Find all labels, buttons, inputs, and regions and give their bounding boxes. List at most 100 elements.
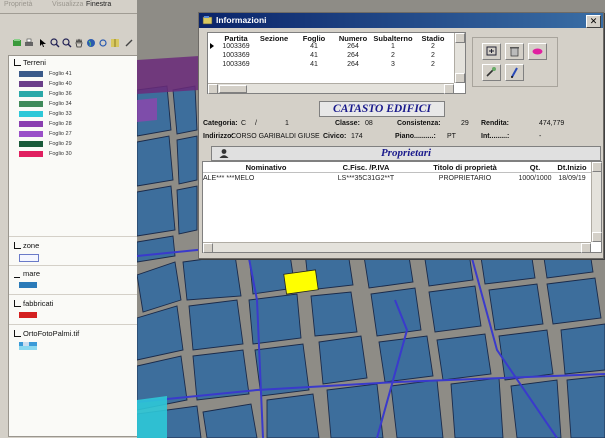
indirizzo-label: Indirizzo: — [203, 133, 234, 140]
owners-horizontal-scrollbar[interactable] — [203, 242, 591, 253]
scroll-left-button[interactable] — [203, 243, 213, 253]
categoria-separator: / — [255, 120, 257, 127]
scroll-right-button[interactable] — [444, 84, 454, 94]
partite-grid: Partita Sezione Foglio Numero Subalterno… — [207, 32, 466, 94]
cell-codice-fiscale: LS***35C31G2**T — [337, 175, 395, 182]
mare-label: mare — [23, 269, 41, 278]
zoom-to-button[interactable] — [482, 43, 501, 60]
cell-stadio: 2 — [431, 52, 435, 59]
col-quota[interactable]: Qt. — [517, 163, 553, 172]
col-foglio[interactable]: Foglio — [300, 34, 328, 43]
window-titlebar[interactable]: Informazioni ✕ — [199, 13, 603, 28]
edit-icon[interactable] — [124, 38, 134, 48]
scroll-right-button[interactable] — [581, 243, 591, 253]
col-sezione[interactable]: Sezione — [256, 34, 292, 43]
foglio-29-swatch — [19, 141, 43, 147]
delete-button[interactable] — [505, 43, 524, 60]
fabbricati-checkbox[interactable] — [14, 300, 21, 307]
cell-numero: 264 — [347, 43, 359, 50]
table-row[interactable]: 1003369 41 264 1 2 — [208, 43, 453, 51]
consistenza-value: 29 — [461, 120, 469, 127]
civico-value: 174 — [351, 133, 363, 140]
scroll-up-button[interactable] — [592, 162, 602, 172]
foglio-28-swatch — [19, 121, 43, 127]
scroll-left-button[interactable] — [208, 84, 218, 94]
col-data-inizio[interactable]: Dt.Inizio — [553, 163, 591, 172]
foglio-33-swatch — [19, 111, 43, 117]
foglio-28-label: Foglio 28 — [49, 121, 72, 127]
close-button[interactable]: ✕ — [586, 15, 601, 28]
cell-foglio: 41 — [310, 43, 318, 50]
table-row[interactable]: 1003369 41 264 2 2 — [208, 52, 453, 60]
col-subalterno[interactable]: Subalterno — [372, 34, 414, 43]
refresh-icon[interactable] — [98, 38, 108, 48]
cell-subalterno: 1 — [391, 43, 395, 50]
informazioni-window: Informazioni ✕ Partita Sezione Foglio Nu… — [198, 12, 604, 259]
rendita-value: 474,779 — [539, 120, 565, 127]
zone-label: zone — [23, 241, 40, 250]
layers-icon[interactable] — [12, 38, 22, 48]
menu-finestra[interactable]: Finestra — [86, 1, 111, 8]
selected-building-highlight[interactable] — [283, 269, 319, 295]
piano-value: PT — [447, 133, 456, 140]
mare-swatch — [19, 282, 37, 288]
legend-divider — [9, 324, 137, 325]
civico-label: Civico: — [323, 133, 347, 140]
cell-quota: 1000/1000 — [518, 175, 552, 182]
grid-horizontal-scrollbar[interactable] — [208, 83, 454, 94]
fabbricati-label: fabbricati — [23, 299, 54, 308]
scroll-down-button[interactable] — [455, 73, 465, 83]
table-row[interactable]: ALE*** ***MELO LS***35C31G2**T PROPRIETA… — [203, 175, 591, 184]
int-label: Int.........: — [481, 133, 510, 140]
col-numero[interactable]: Numero — [336, 34, 370, 43]
col-partita[interactable]: Partita — [220, 34, 252, 43]
print-icon[interactable] — [24, 38, 34, 48]
globe-icon[interactable] — [86, 38, 96, 48]
foglio-30-label: Foglio 30 — [49, 151, 72, 157]
cell-foglio: 41 — [310, 52, 318, 59]
table-row[interactable]: 1003369 41 264 3 2 — [208, 61, 453, 69]
piano-label: Piano..........: — [395, 133, 436, 140]
col-stadio[interactable]: Stadio — [418, 34, 448, 43]
ortofoto-checkbox[interactable] — [14, 330, 21, 337]
menu-visualizza[interactable]: Visualizza — [52, 1, 83, 8]
foglio-34-swatch — [19, 101, 43, 107]
grid-select-icon[interactable] — [110, 38, 120, 48]
scroll-thumb[interactable] — [219, 85, 247, 93]
categoria-number: 1 — [285, 120, 289, 127]
col-nominativo[interactable]: Nominativo — [211, 163, 321, 172]
menu-proprieta[interactable]: Proprietà — [4, 1, 32, 8]
trash-icon — [510, 47, 519, 57]
fabbricati-swatch — [19, 312, 37, 318]
zoom-out-icon[interactable] — [62, 38, 72, 48]
rendita-label: Rendita: — [481, 120, 509, 127]
consistenza-label: Consistenza: — [397, 120, 441, 127]
terreni-checkbox[interactable] — [14, 59, 21, 66]
col-titolo[interactable]: Titolo di proprietà — [415, 163, 515, 172]
cell-data-inizio: 18/09/19 — [558, 175, 586, 182]
tools-button[interactable] — [482, 64, 501, 81]
foglio-27-swatch — [19, 131, 43, 137]
int-value: - — [539, 133, 542, 140]
mare-checkbox[interactable] — [14, 277, 20, 278]
terreni-label: Terreni — [23, 58, 46, 67]
scroll-up-button[interactable] — [455, 33, 465, 43]
cell-nominativo: ALE*** ***MELO — [203, 175, 255, 182]
zoom-in-icon[interactable] — [50, 38, 60, 48]
zone-swatch — [19, 254, 39, 262]
classe-value: 08 — [365, 120, 373, 127]
grid-vertical-scrollbar[interactable] — [454, 33, 465, 83]
pointer-icon[interactable] — [38, 38, 48, 48]
col-codice-fiscale[interactable]: C.Fisc. /P.IVA — [321, 163, 411, 172]
pan-hand-icon[interactable] — [74, 38, 84, 48]
pen-button[interactable] — [505, 64, 524, 81]
eraser-button[interactable] — [528, 43, 547, 60]
foglio-27-label: Foglio 27 — [49, 131, 72, 137]
scroll-down-button[interactable] — [592, 232, 602, 242]
proprietari-grid: Nominativo C.Fisc. /P.IVA Titolo di prop… — [202, 161, 602, 253]
cell-partita: 1003369 — [222, 43, 250, 50]
foglio-36-swatch — [19, 91, 43, 97]
zone-checkbox[interactable] — [14, 242, 21, 249]
cell-stadio: 2 — [431, 43, 435, 50]
owners-vertical-scrollbar[interactable] — [591, 162, 602, 242]
